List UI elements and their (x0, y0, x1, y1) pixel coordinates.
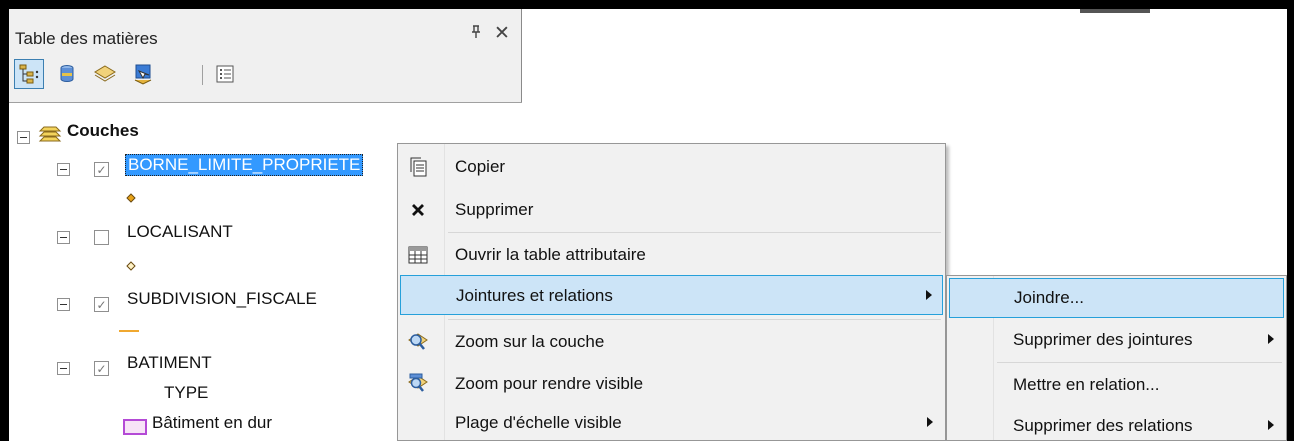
submenu-arrow-icon (927, 417, 933, 427)
submenu-arrow-icon (926, 290, 932, 300)
menu-item-label: Supprimer des jointures (1013, 330, 1193, 349)
menu-item-label: Supprimer des relations (1013, 416, 1193, 435)
menu-item-label: Supprimer (455, 200, 534, 219)
layer-context-menu: Copier Supprimer Ouvrir la table attribu… (397, 143, 946, 441)
collapse-toggle[interactable] (57, 362, 70, 375)
symbology-field-label: TYPE (164, 383, 209, 402)
menu-item-joindre[interactable]: Joindre... (949, 278, 1284, 318)
panel-title: Table des matières (15, 29, 158, 48)
layer-name-localisant[interactable]: LOCALISANT (127, 222, 233, 242)
attribute-table-icon (406, 243, 430, 267)
layer-name-borne-limite-propriete[interactable]: BORNE_LIMITE_PROPRIETE (125, 154, 364, 176)
zoom-to-layer-icon (406, 330, 430, 354)
menu-item-label: Ouvrir la table attributaire (455, 245, 646, 264)
layer-visibility-checkbox[interactable]: ✓ (94, 162, 109, 177)
list-by-drawing-order-icon[interactable] (14, 59, 44, 89)
toolbar-separator (202, 65, 203, 85)
layers-root-label[interactable]: Couches (67, 121, 139, 141)
collapse-toggle[interactable] (57, 231, 70, 244)
collapse-toggle[interactable] (57, 298, 70, 311)
submenu-arrow-icon (1268, 420, 1274, 430)
copy-icon (406, 155, 430, 179)
layer-visibility-checkbox[interactable]: ✓ (94, 361, 109, 376)
list-by-visibility-icon[interactable] (90, 59, 120, 89)
window-frame-right (1287, 0, 1294, 441)
layers-stack-icon (37, 125, 63, 152)
menu-item-label: Jointures et relations (456, 286, 613, 305)
list-by-selection-icon[interactable] (128, 59, 158, 89)
menu-item-label: Plage d'échelle visible (455, 413, 622, 432)
joins-relates-submenu: Joindre... Supprimer des jointures Mettr… (946, 275, 1287, 441)
menu-separator (997, 362, 1282, 363)
layer-visibility-checkbox[interactable]: ✓ (94, 297, 109, 312)
map-view-edge (1080, 9, 1150, 13)
delete-icon (406, 198, 430, 222)
menu-item-zoom-pour-rendre-visible[interactable]: Zoom pour rendre visible (400, 364, 943, 404)
menu-item-supprimer-des-relations[interactable]: Supprimer des relations (949, 406, 1284, 441)
toc-toolbar (14, 59, 314, 91)
layer-name-batiment[interactable]: BATIMENT (127, 353, 212, 373)
list-by-source-icon[interactable] (52, 59, 82, 89)
polygon-symbol-icon (123, 419, 147, 440)
collapse-toggle[interactable] (57, 163, 70, 176)
zoom-to-visible-icon (406, 372, 430, 396)
menu-item-label: Copier (455, 157, 506, 176)
options-icon[interactable] (210, 59, 240, 89)
menu-item-label: Mettre en relation... (1013, 375, 1160, 394)
menu-item-zoom-sur-la-couche[interactable]: Zoom sur la couche (400, 322, 943, 362)
pin-icon[interactable] (470, 25, 482, 43)
orange-line-symbol (119, 330, 139, 332)
menu-item-label: Zoom sur la couche (455, 332, 605, 351)
window-frame-left (0, 0, 9, 441)
orange-point-symbol (126, 190, 136, 208)
menu-separator (448, 232, 941, 233)
menu-item-mettre-en-relation[interactable]: Mettre en relation... (949, 365, 1284, 405)
window-frame-top (0, 0, 1294, 9)
menu-item-label: Joindre... (1014, 288, 1084, 307)
menu-item-copier[interactable]: Copier (400, 147, 943, 187)
layer-name-subdivision-fiscale[interactable]: SUBDIVISION_FISCALE (127, 289, 317, 309)
menu-item-jointures-et-relations[interactable]: Jointures et relations (400, 275, 943, 315)
close-icon[interactable]: ✕ (494, 22, 510, 45)
collapse-toggle[interactable] (17, 131, 30, 144)
legend-class-label: Bâtiment en dur (152, 413, 273, 432)
menu-item-supprimer[interactable]: Supprimer (400, 190, 943, 230)
menu-item-supprimer-des-jointures[interactable]: Supprimer des jointures (949, 320, 1284, 360)
menu-item-label: Zoom pour rendre visible (455, 374, 644, 393)
submenu-arrow-icon (1268, 334, 1274, 344)
hollow-point-symbol (126, 258, 136, 276)
layer-visibility-checkbox[interactable] (94, 230, 109, 245)
menu-item-plage-echelle-visible[interactable]: Plage d'échelle visible (400, 403, 943, 441)
menu-separator (448, 319, 941, 320)
menu-item-ouvrir-table-attributaire[interactable]: Ouvrir la table attributaire (400, 235, 943, 275)
